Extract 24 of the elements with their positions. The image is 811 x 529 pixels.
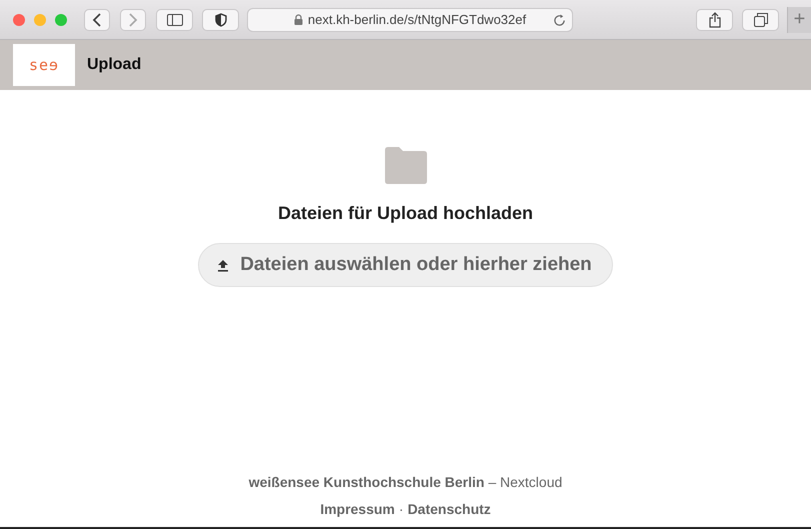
back-icon	[92, 12, 102, 26]
separator: ·	[398, 501, 404, 517]
upload-heading: Dateien für Upload hochladen	[278, 203, 534, 224]
footer-link[interactable]: Datenschutz	[408, 501, 491, 517]
upload-icon	[217, 258, 230, 272]
shield-icon	[214, 12, 226, 26]
logo[interactable]: seɘ	[13, 44, 75, 86]
reload-icon[interactable]	[553, 14, 566, 26]
tabs-button[interactable]	[742, 8, 779, 30]
select-files-button[interactable]: Dateien auswählen oder hierher ziehen	[198, 243, 613, 287]
share-icon	[708, 12, 720, 28]
sidebar-button[interactable]	[156, 8, 193, 30]
back-button[interactable]	[84, 8, 110, 30]
address-field[interactable]: next.kh-berlin.de/s/tNtgNFGTdwo32ef	[247, 8, 573, 32]
folder-icon	[384, 147, 427, 184]
sidebar-icon	[166, 14, 182, 26]
privacy-button[interactable]	[202, 8, 239, 30]
lock-icon	[294, 14, 303, 25]
page-title: Upload	[87, 56, 142, 74]
forward-icon	[128, 12, 138, 26]
footer-text: weißensee Kunsthochschule Berlin – Nextcloud	[248, 474, 562, 490]
footer-link[interactable]: Impressum	[320, 501, 395, 517]
share-button[interactable]	[696, 8, 733, 30]
tabs-icon	[754, 12, 768, 26]
